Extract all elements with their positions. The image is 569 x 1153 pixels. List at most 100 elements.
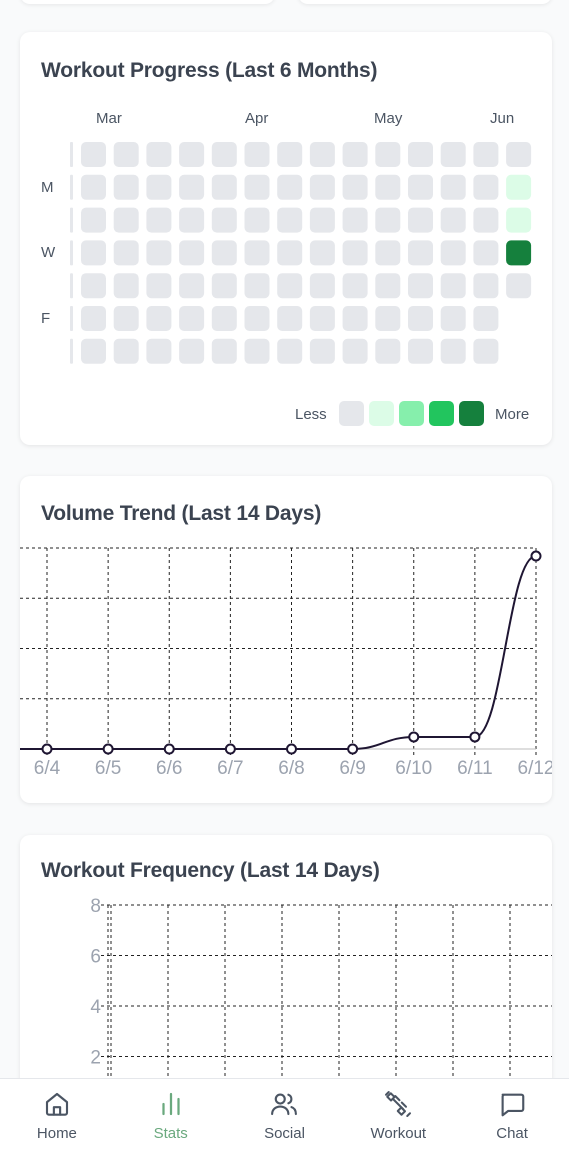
heatmap-cell [440, 174, 466, 200]
heatmap-cell [244, 338, 270, 364]
x-tick-label: 6/11 [457, 758, 493, 779]
volume-data-point [41, 743, 53, 755]
heatmap-cell [70, 174, 73, 200]
heatmap-cell [277, 273, 303, 299]
nav-item-home[interactable]: Home [0, 1079, 114, 1153]
legend-swatch [339, 401, 364, 426]
heatmap-cell [81, 338, 106, 364]
heatmap-cell [342, 174, 368, 200]
volume-data-point [347, 743, 359, 755]
x-tick-label: 6/7 [217, 758, 243, 779]
heatmap-cell [179, 207, 205, 233]
heatmap-cell [375, 338, 401, 364]
heatmap-cell [375, 207, 401, 233]
x-tick-label: 6/5 [95, 758, 121, 779]
heatmap-cell [211, 338, 237, 364]
heatmap-cell [81, 207, 106, 233]
heatmap-cell [408, 240, 433, 266]
volume-line-chart: 6/4 6/5 6/6 6/7 6/8 6/9 6/10 6/11 6/12 [20, 547, 552, 779]
nav-item-workout[interactable]: Workout [341, 1079, 455, 1153]
heatmap-cell [506, 174, 532, 200]
home-icon [45, 1092, 68, 1116]
users-icon [271, 1093, 298, 1116]
heatmap-cell [113, 174, 139, 200]
heatmap-cell [179, 174, 205, 200]
heatmap-cell [179, 306, 205, 331]
heatmap-cell [70, 306, 73, 331]
volume-data-point [224, 743, 236, 755]
heatmap-cell [408, 273, 433, 299]
heatmap-cell [375, 174, 401, 200]
heatmap-cell [277, 338, 303, 364]
heatmap-month-label: Apr [245, 110, 268, 127]
heatmap-cell [211, 240, 237, 266]
heatmap-cell [440, 338, 466, 364]
heatmap-cell [244, 273, 270, 299]
x-tick-label: 6/12 [518, 758, 552, 779]
heatmap-cell [113, 306, 139, 331]
heatmap-cell [342, 273, 368, 299]
heatmap-day-label: M [41, 179, 54, 196]
heatmap-cell [81, 273, 106, 299]
heatmap-cell [146, 273, 172, 299]
heatmap-cell [342, 306, 368, 331]
heatmap-cell [244, 142, 270, 167]
legend-swatch [369, 401, 394, 426]
volume-data-point [469, 731, 481, 743]
heatmap-cell [506, 207, 532, 233]
heatmap-cell [309, 174, 335, 200]
x-tick-label: 6/6 [156, 758, 182, 779]
heatmap-cell [146, 207, 172, 233]
legend-swatch [399, 401, 424, 426]
bar-chart-icon [162, 1092, 180, 1116]
volume-data-point [530, 550, 542, 562]
heatmap-cell [277, 240, 303, 266]
heatmap-cell [277, 207, 303, 233]
heatmap-cell [473, 174, 499, 200]
nav-item-social[interactable]: Social [228, 1079, 342, 1153]
heatmap-cell [375, 306, 401, 331]
x-tick-label: 6/4 [34, 758, 61, 779]
heatmap-cell [146, 142, 172, 167]
legend-less-label: Less [295, 406, 327, 423]
y-tick-label: 2 [90, 1048, 101, 1069]
heatmap-cell [506, 273, 532, 299]
heatmap-cell [440, 207, 466, 233]
heatmap-cell [506, 240, 532, 266]
heatmap-cell [408, 338, 433, 364]
nav-label-workout: Workout [370, 1125, 427, 1142]
heatmap-cell [244, 207, 270, 233]
heatmap-cell [408, 142, 433, 167]
heatmap-day-label: F [41, 310, 50, 327]
heatmap-cell [146, 338, 172, 364]
heatmap-cell [342, 207, 368, 233]
nav-item-stats[interactable]: Stats [114, 1079, 228, 1153]
legend-swatch [429, 401, 454, 426]
y-tick-label: 4 [90, 997, 101, 1018]
heatmap-cell [70, 273, 73, 299]
heatmap-cell [473, 273, 499, 299]
heatmap-cell [146, 240, 172, 266]
heatmap-cell [309, 240, 335, 266]
heatmap-cell [473, 338, 499, 364]
heatmap-month-label: Mar [96, 110, 122, 127]
heatmap-cell [70, 240, 73, 266]
heatmap-cell [309, 273, 335, 299]
heatmap-cell [309, 207, 335, 233]
volume-data-point [163, 743, 175, 755]
nav-item-chat[interactable]: Chat [455, 1079, 569, 1153]
heatmap-cell [375, 142, 401, 167]
heatmap-cell [408, 306, 433, 331]
stat-card-top-right [298, 0, 552, 4]
volume-data-point [102, 743, 114, 755]
message-icon [501, 1093, 525, 1117]
nav-label-social: Social [264, 1125, 305, 1142]
heatmap-cell [309, 338, 335, 364]
heatmap-cell [81, 306, 106, 331]
heatmap-cell [375, 240, 401, 266]
heatmap-cell [179, 240, 205, 266]
heatmap-cell [81, 174, 106, 200]
y-tick-label: 6 [90, 947, 101, 968]
heatmap-cell [309, 142, 335, 167]
heatmap-cell [244, 174, 270, 200]
